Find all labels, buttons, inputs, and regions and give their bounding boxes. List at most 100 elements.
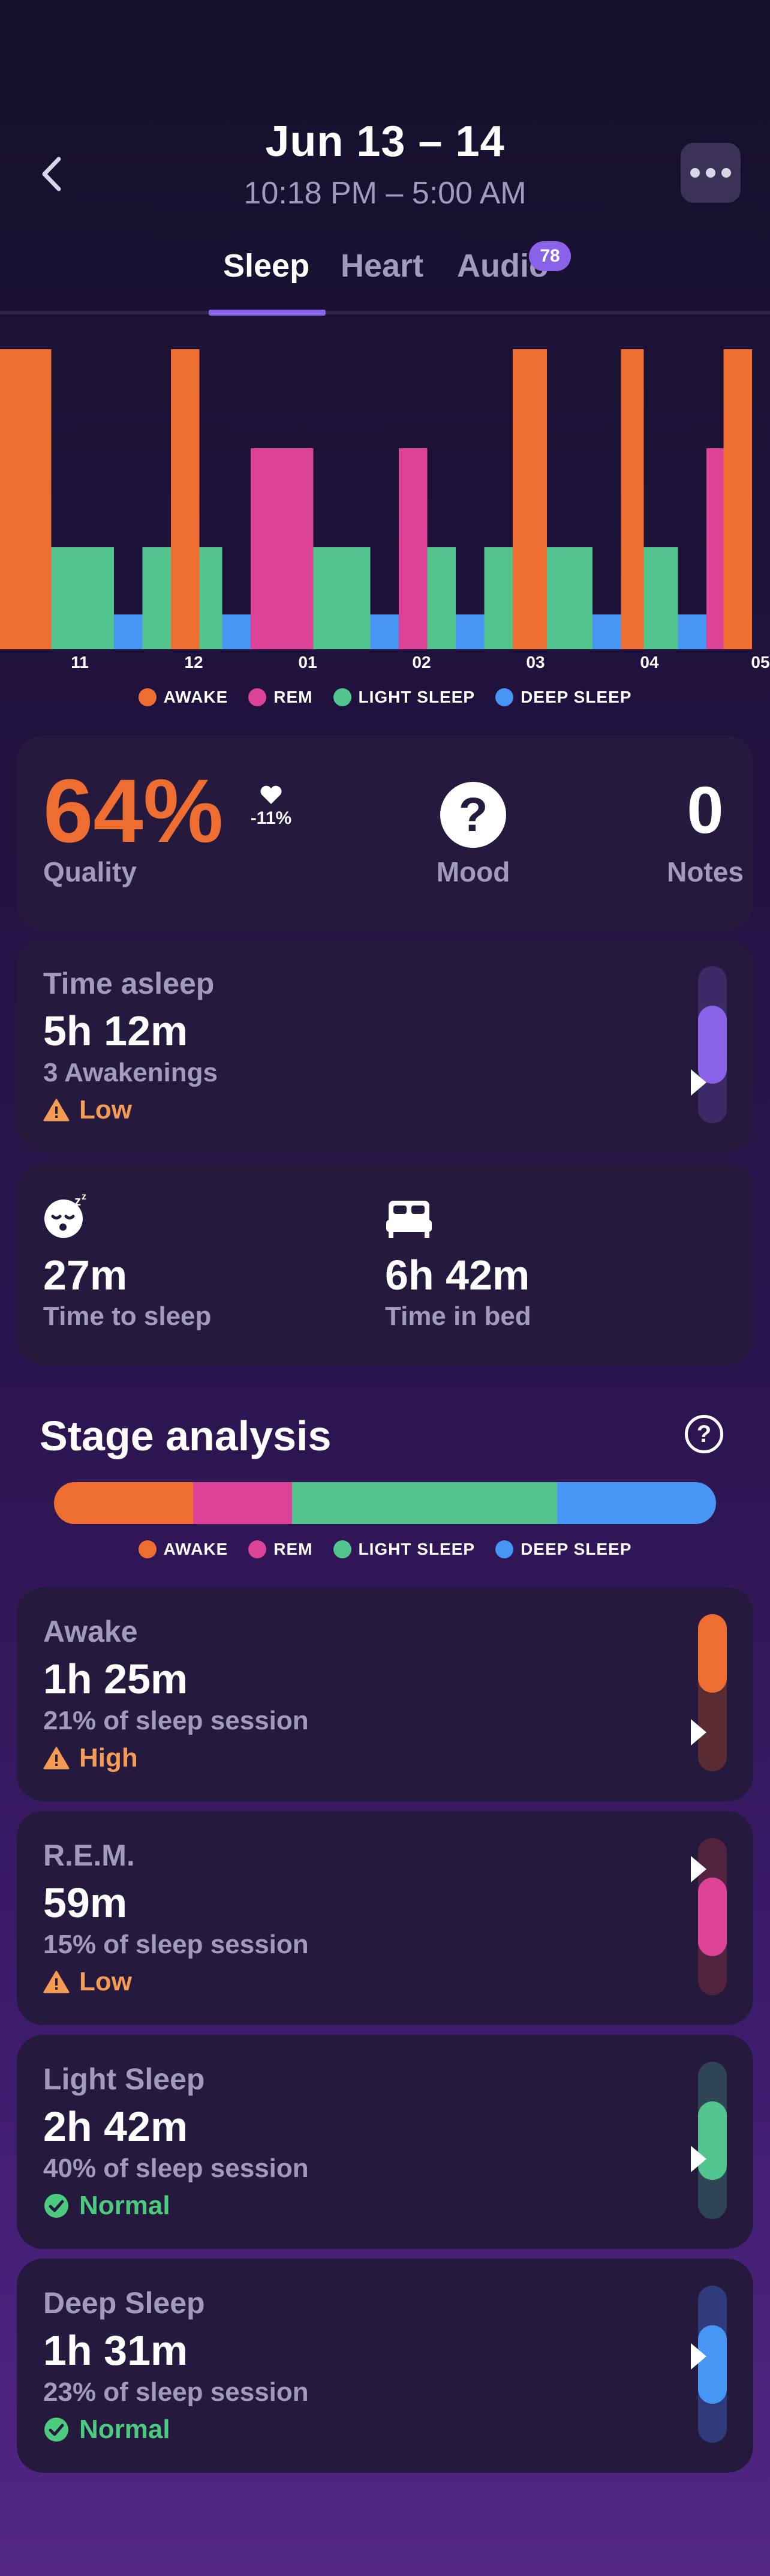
stage-analysis-help-button[interactable]: ? <box>685 1415 723 1453</box>
stage-label: Awake <box>43 1615 138 1648</box>
stage-percentage: 23% of sleep session <box>43 2377 309 2407</box>
x-tick-label: 04 <box>640 653 659 671</box>
legend-light-sleep: LIGHT SLEEP <box>333 688 476 707</box>
time-asleep-gauge <box>698 966 727 1123</box>
stage-label: R.E.M. <box>43 1839 135 1872</box>
chart-bar-deep-sleep <box>592 614 621 649</box>
chart-bar-deep-sleep <box>456 614 485 649</box>
chart-bar-light-sleep <box>484 547 513 649</box>
stage-status-text: Low <box>79 1967 132 1996</box>
page-title: Jun 13 – 14 <box>265 118 505 166</box>
mood-label: Mood <box>436 856 510 887</box>
legend-light-sleep: LIGHT SLEEP <box>333 1540 476 1559</box>
stage-percentage: 21% of sleep session <box>43 1706 309 1735</box>
stage-proportion-bar <box>54 1482 716 1524</box>
chart-bar-light-sleep <box>142 547 171 649</box>
time-to-sleep-label: Time to sleep <box>43 1302 212 1331</box>
check-circle-icon <box>44 2194 68 2218</box>
quality-label: Quality <box>43 856 137 887</box>
chart-bar-awake <box>621 349 644 649</box>
legend-deep-sleep: DEEP SLEEP <box>495 1540 631 1559</box>
warning-icon <box>43 1971 70 1993</box>
stage-duration: 1h 25m <box>43 1656 188 1702</box>
x-tick-label: 03 <box>526 653 545 671</box>
x-tick-label: 12 <box>184 653 203 671</box>
sleepy-face-icon: z z <box>43 1192 91 1243</box>
chart-bar-deep-sleep <box>114 614 143 649</box>
stage-status-text: High <box>79 1743 138 1773</box>
tab-sleep[interactable]: Sleep <box>223 247 309 284</box>
stage-marker <box>691 2343 706 2370</box>
stage-percentage: 40% of sleep session <box>43 2154 309 2183</box>
chart-bar-awake <box>723 349 752 649</box>
x-tick-label: 01 <box>298 653 317 671</box>
heart-icon <box>260 785 282 804</box>
stage-status-text: Normal <box>79 2191 170 2220</box>
stage-label: Light Sleep <box>43 2062 205 2096</box>
chart-bar-deep-sleep <box>678 614 706 649</box>
stage-status: Normal <box>43 2415 170 2445</box>
legend-deep-sleep: DEEP SLEEP <box>495 688 631 707</box>
quality-change: -11% <box>247 785 295 829</box>
chart-bar-deep-sleep <box>222 614 251 649</box>
notes-label: Notes <box>667 856 744 887</box>
x-tick-label: 11 <box>71 653 89 671</box>
tabs-divider <box>0 311 770 314</box>
time-to-sleep-value: 27m <box>43 1252 128 1299</box>
chart-bar-rem <box>706 448 724 649</box>
chart-bar-deep-sleep <box>370 614 399 649</box>
time-in-bed-value: 6h 42m <box>385 1252 530 1299</box>
time-in-bed-label: Time in bed <box>385 1302 531 1331</box>
stage-marker <box>691 1719 706 1746</box>
legend-awake: AWAKE <box>138 1540 228 1559</box>
stage-legend: AWAKE REM LIGHT SLEEP DEEP SLEEP <box>0 1540 770 1559</box>
x-tick-label: 05 <box>751 653 769 671</box>
chart-bar-light-sleep <box>547 547 592 649</box>
active-tab-indicator <box>209 310 326 316</box>
proportion-segment-awake <box>54 1482 193 1524</box>
stage-duration: 1h 31m <box>43 2327 188 2374</box>
ellipsis-icon <box>690 168 731 178</box>
time-asleep-card[interactable]: Time asleep 5h 12m 3 Awakenings Low <box>17 939 753 1153</box>
stage-duration: 2h 42m <box>43 2103 188 2150</box>
stage-marker <box>691 2146 706 2173</box>
stage-gauge <box>698 1614 727 1771</box>
summary-card: 64% -11% Quality ? Mood 0 Notes <box>17 736 753 931</box>
proportion-segment-light-sleep <box>292 1482 558 1524</box>
stage-marker <box>691 1856 706 1883</box>
stage-label: Deep Sleep <box>43 2286 205 2320</box>
legend-awake: AWAKE <box>138 688 228 707</box>
time-asleep-marker <box>691 1069 706 1096</box>
chart-bar-awake <box>171 349 200 649</box>
stage-percentage: 15% of sleep session <box>43 1930 309 1959</box>
notes-value[interactable]: 0 <box>645 778 765 844</box>
chart-bar-light-sleep <box>313 547 371 649</box>
check-circle-icon <box>44 2418 68 2442</box>
sleep-stage-chart: 11 12 01 02 03 04 05 <box>0 349 770 671</box>
time-asleep-value: 5h 12m <box>43 1007 188 1054</box>
stage-status: Normal <box>43 2191 170 2221</box>
sleep-times-card: z z 27m Time to sleep 6h 42m Time in bed <box>17 1162 753 1365</box>
mood-button[interactable]: ? <box>440 782 506 848</box>
svg-text:z: z <box>74 1193 81 1208</box>
stage-status-text: Normal <box>79 2415 170 2444</box>
tab-heart[interactable]: Heart <box>341 247 423 284</box>
more-button[interactable] <box>681 143 741 203</box>
question-mark-icon: ? <box>696 1421 712 1447</box>
time-range: 10:18 PM – 5:00 AM <box>243 176 527 211</box>
time-asleep-status: Low <box>43 1095 132 1125</box>
stage-card-awake[interactable]: Awake 1h 25m 21% of sleep session High <box>17 1587 753 1801</box>
legend-rem: REM <box>248 688 312 707</box>
chart-bar-light-sleep <box>643 547 678 649</box>
stage-card-light-sleep[interactable]: Light Sleep 2h 42m 40% of sleep session Nor… <box>17 2035 753 2249</box>
stage-card-r-e-m[interactable]: R.E.M. 59m 15% of sleep session Low <box>17 1811 753 2025</box>
chart-bar-awake <box>0 349 52 649</box>
stage-duration: 59m <box>43 1879 128 1926</box>
proportion-segment-rem <box>192 1482 293 1524</box>
time-asleep-label: Time asleep <box>43 967 215 1000</box>
svg-text:z: z <box>82 1192 86 1202</box>
stage-card-deep-sleep[interactable]: Deep Sleep 1h 31m 23% of sleep session Norm… <box>17 2259 753 2473</box>
question-mark-icon: ? <box>458 788 488 841</box>
chart-legend: AWAKE REM LIGHT SLEEP DEEP SLEEP <box>0 688 770 707</box>
audio-count-badge: 78 <box>529 241 571 271</box>
